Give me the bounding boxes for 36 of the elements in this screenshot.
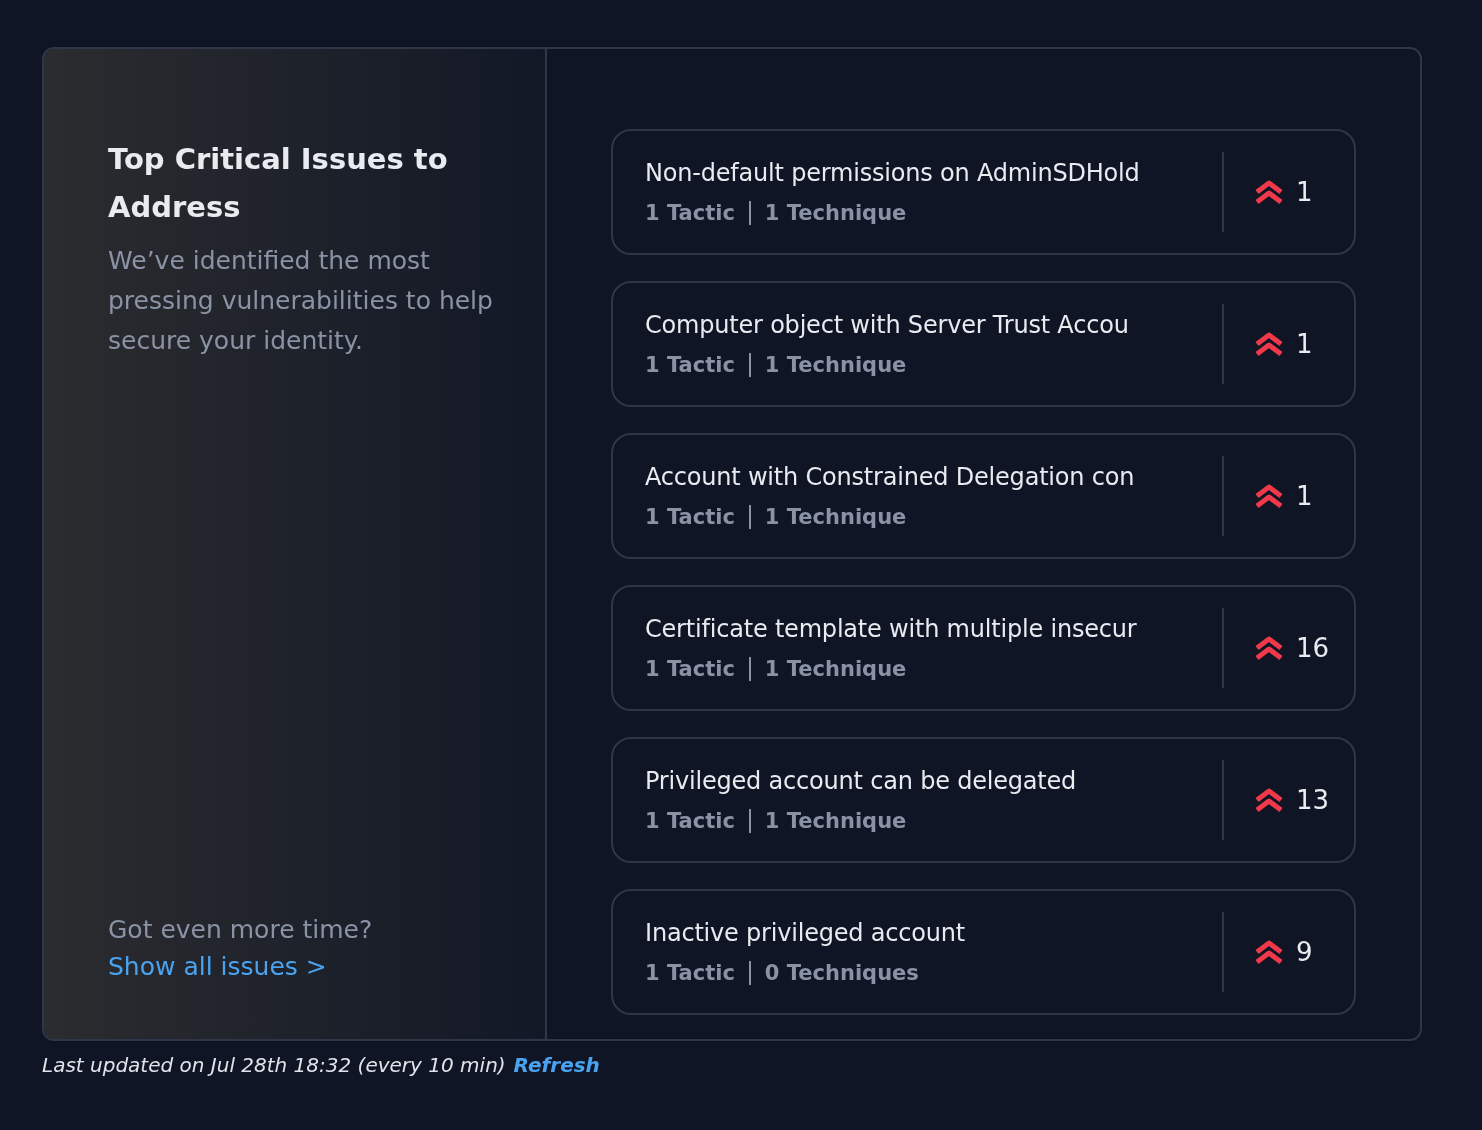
tactic-count: 1 Tactic bbox=[645, 961, 735, 985]
panel-title: Top Critical Issues to Address bbox=[108, 141, 449, 226]
tactic-count: 1 Tactic bbox=[645, 809, 735, 833]
double-chevron-up-icon bbox=[1254, 939, 1284, 965]
double-chevron-up-icon bbox=[1254, 179, 1284, 205]
issue-count: 1 bbox=[1296, 177, 1313, 207]
tactic-count: 1 Tactic bbox=[645, 201, 735, 225]
technique-count: 1 Technique bbox=[764, 201, 907, 225]
technique-count: 1 Technique bbox=[764, 353, 907, 377]
technique-count: 1 Technique bbox=[764, 657, 907, 681]
double-chevron-up-icon bbox=[1254, 483, 1284, 509]
issue-title[interactable]: Non-default permissions on AdminSDHold bbox=[645, 159, 1208, 187]
prompt-text: Got even more time? bbox=[108, 915, 374, 944]
tactic-count: 1 Tactic bbox=[645, 505, 735, 529]
double-chevron-up-icon bbox=[1254, 787, 1284, 813]
issue-count: 13 bbox=[1296, 785, 1330, 815]
last-updated-text: Last updated on Jul 28th 18:32 (every 10 min) bbox=[42, 1053, 506, 1077]
technique-count: 1 Technique bbox=[764, 809, 907, 833]
issue-title[interactable]: Computer object with Server Trust Accou bbox=[645, 311, 1208, 339]
refresh-link[interactable]: Refresh bbox=[513, 1053, 600, 1077]
tactic-count: 1 Tactic bbox=[645, 353, 735, 377]
technique-count: 0 Techniques bbox=[764, 961, 919, 985]
panel-description: We’ve identified the most pressing vulnerabilities to help secure your identity. bbox=[108, 245, 494, 357]
issue-title[interactable]: Privileged account can be delegated bbox=[645, 767, 1208, 795]
double-chevron-up-icon bbox=[1254, 635, 1284, 661]
issue-count: 1 bbox=[1296, 329, 1313, 359]
issue-count: 9 bbox=[1296, 937, 1313, 967]
technique-count: 1 Technique bbox=[764, 505, 907, 529]
issue-title[interactable]: Account with Constrained Delegation con bbox=[645, 463, 1208, 491]
issue-title[interactable]: Certificate template with multiple insecur bbox=[645, 615, 1208, 643]
issue-count: 1 bbox=[1296, 481, 1313, 511]
tactic-count: 1 Tactic bbox=[645, 657, 735, 681]
issue-count: 16 bbox=[1296, 633, 1330, 663]
show-all-link[interactable]: Show all issues > bbox=[108, 952, 327, 981]
issue-title[interactable]: Inactive privileged account bbox=[645, 919, 1208, 947]
double-chevron-up-icon bbox=[1254, 331, 1284, 357]
